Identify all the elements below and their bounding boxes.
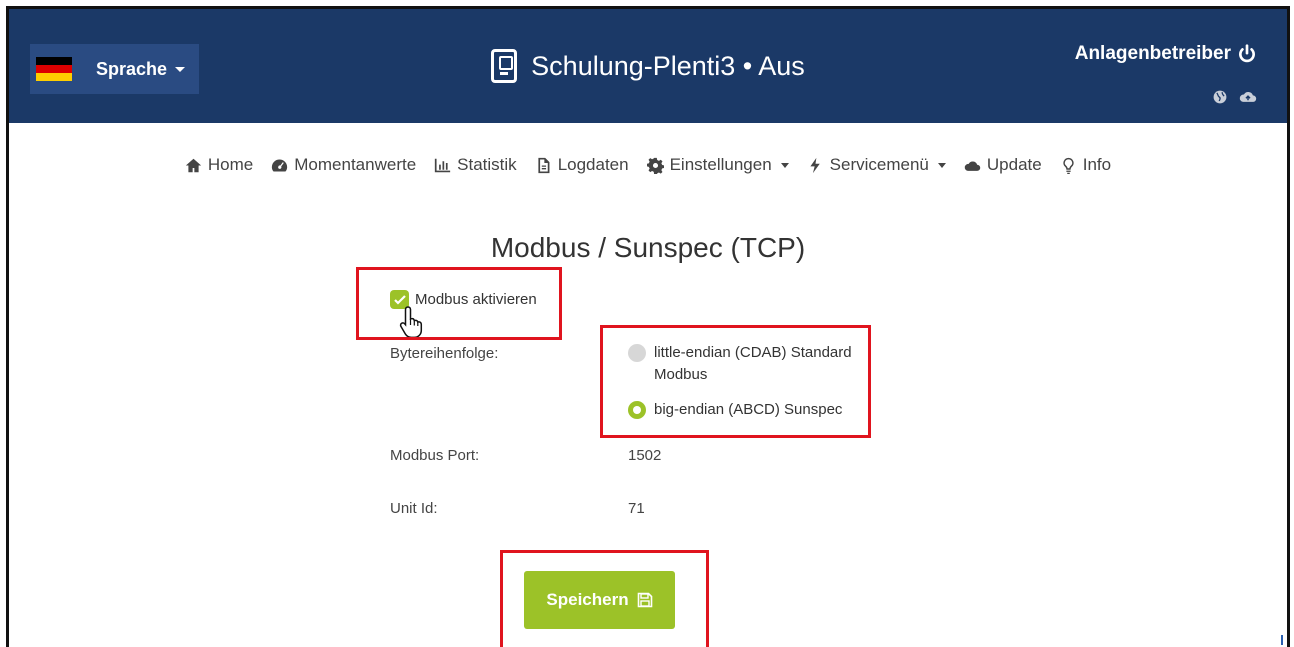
unit-id-label: Unit Id: — [390, 500, 438, 517]
chevron-down-icon — [937, 162, 946, 168]
cloud-upload-icon — [964, 161, 981, 171]
nav-momentanwerte[interactable]: Momentanwerte — [271, 155, 416, 175]
bolt-icon — [810, 157, 820, 173]
unit-id-value[interactable]: 71 — [628, 500, 645, 517]
nav-label: Servicemenü — [829, 155, 929, 174]
user-label: Anlagenbetreiber — [1074, 43, 1231, 64]
byte-order-option-big-endian[interactable]: big-endian (ABCD) Sunspec — [628, 399, 842, 421]
save-button[interactable]: Speichern — [524, 571, 675, 629]
byte-order-label: Bytereihenfolge: — [390, 345, 499, 362]
check-icon — [393, 294, 406, 305]
lightbulb-icon — [1063, 157, 1074, 174]
modbus-enable-label: Modbus aktivieren — [415, 291, 537, 308]
save-label: Speichern — [546, 590, 629, 609]
radio-big-endian-label: big-endian (ABCD) Sunspec — [654, 401, 843, 418]
option-text: little-endian (CDAB) Standard — [654, 344, 852, 361]
status-tray — [1211, 89, 1257, 105]
chevron-down-icon — [780, 162, 789, 168]
nav-label: Momentanwerte — [294, 155, 417, 174]
cloud-upload-icon[interactable] — [1239, 89, 1257, 105]
nav-home[interactable]: Home — [185, 155, 253, 175]
dashboard-icon — [272, 159, 288, 171]
radio-big-endian[interactable] — [628, 401, 646, 419]
nav-servicemenu[interactable]: Servicemenü — [807, 155, 946, 175]
nav-label: Logdaten — [557, 155, 629, 174]
radio-little-endian-label: little-endian (CDAB) Standard Modbus — [654, 342, 852, 386]
top-bar: Sprache Schulung-Plenti3 • Aus Anlagenbe… — [9, 9, 1287, 123]
nav-statistik[interactable]: Statistik — [434, 155, 517, 175]
app-window: Sprache Schulung-Plenti3 • Aus Anlagenbe… — [6, 6, 1290, 647]
power-icon[interactable] — [1237, 44, 1257, 64]
document-icon — [538, 157, 550, 173]
home-icon — [185, 158, 202, 172]
nav-einstellungen[interactable]: Einstellungen — [646, 155, 789, 175]
nav-label: Update — [986, 155, 1042, 174]
nav-label: Home — [207, 155, 254, 174]
nav-logdaten[interactable]: Logdaten — [535, 155, 629, 175]
radio-little-endian[interactable] — [628, 344, 646, 362]
modbus-port-label: Modbus Port: — [390, 447, 480, 464]
nav-update[interactable]: Update — [964, 155, 1042, 175]
nav-label: Statistik — [457, 155, 517, 174]
device-icon — [491, 49, 518, 83]
modbus-port-value[interactable]: 1502 — [628, 447, 661, 464]
option-text: Modbus — [654, 366, 708, 383]
globe-icon[interactable] — [1211, 89, 1229, 105]
gear-icon — [646, 157, 664, 174]
page-title-text: Schulung-Plenti3 • Aus — [531, 50, 805, 81]
floppy-disk-icon — [637, 592, 652, 608]
hand-cursor-icon — [399, 306, 423, 339]
scroll-edge-marker — [1281, 635, 1283, 645]
bar-chart-icon — [435, 158, 451, 172]
nav-label: Einstellungen — [669, 155, 772, 174]
byte-order-option-little-endian[interactable]: little-endian (CDAB) Standard Modbus — [628, 342, 852, 386]
nav-info[interactable]: Info — [1060, 155, 1111, 175]
user-menu[interactable]: Anlagenbetreiber — [1075, 43, 1257, 65]
main-nav: Home Momentanwerte Statistik Logdaten Ei… — [9, 155, 1287, 175]
form-title: Modbus / Sunspec (TCP) — [490, 232, 806, 263]
nav-label: Info — [1082, 155, 1112, 174]
